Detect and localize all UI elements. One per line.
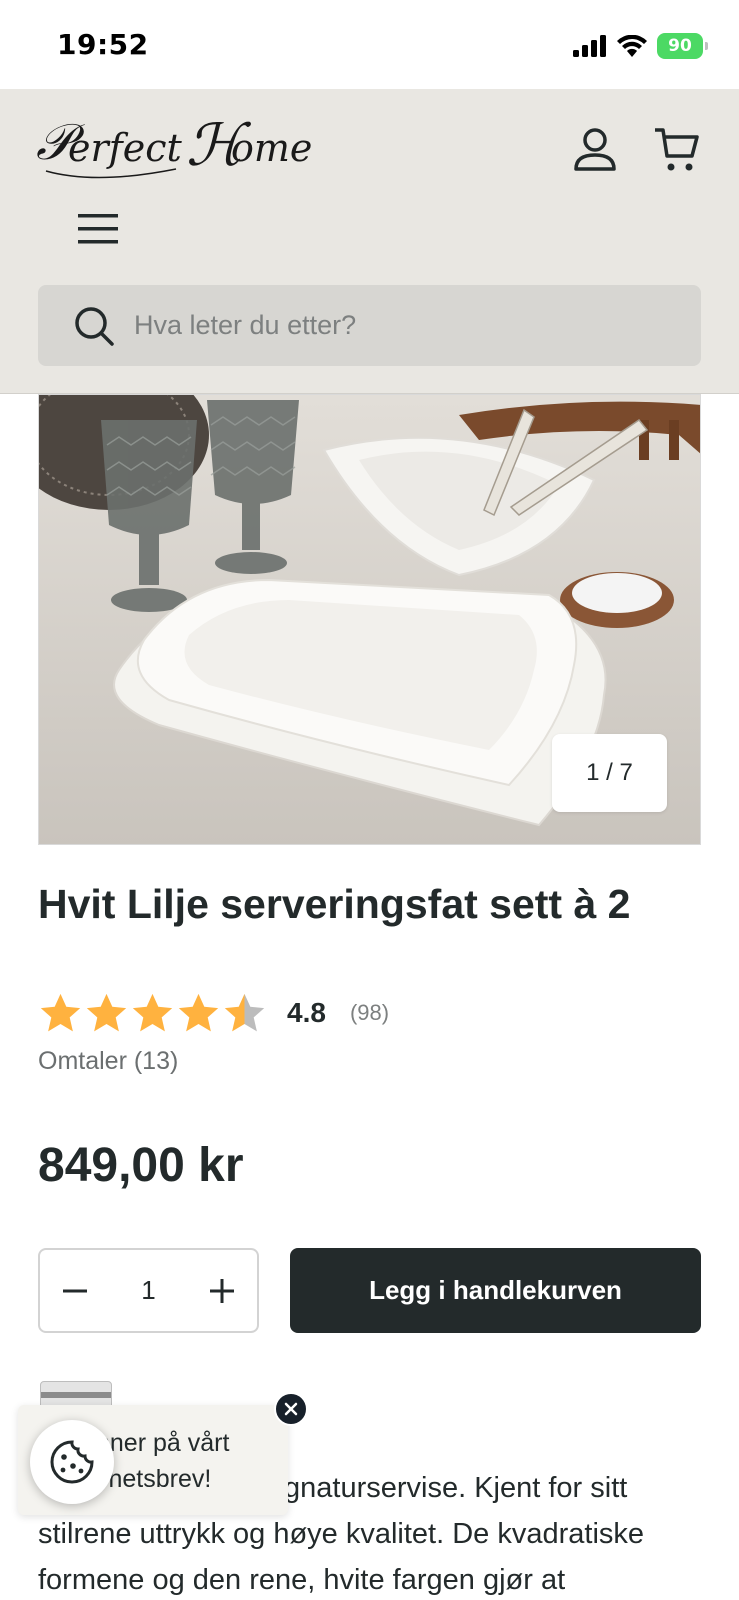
svg-text:ome: ome bbox=[231, 126, 312, 170]
description-line: stilrene uttrykk og høye kvalitet. De kv… bbox=[38, 1518, 645, 1550]
minus-icon bbox=[63, 1289, 87, 1292]
product-price: 849,00 kr bbox=[38, 1139, 244, 1192]
hamburger-icon bbox=[78, 214, 118, 244]
image-counter: 1 / 7 bbox=[552, 734, 667, 812]
wifi-icon bbox=[617, 35, 647, 57]
reviews-link[interactable]: Omtaler (13) bbox=[38, 1047, 178, 1076]
star-icon bbox=[132, 993, 173, 1031]
plus-icon bbox=[210, 1278, 234, 1303]
svg-text:erfect: erfect bbox=[68, 126, 182, 170]
star-half-icon bbox=[224, 993, 265, 1031]
account-button[interactable] bbox=[570, 125, 620, 175]
cookie-icon bbox=[50, 1440, 94, 1484]
search-bar[interactable] bbox=[38, 285, 701, 366]
product-title: Hvit Lilje serveringsfat sett à 2 bbox=[38, 881, 631, 927]
newsletter-text-line: yhetsbrev! bbox=[96, 1465, 212, 1493]
decrease-quantity-button[interactable] bbox=[40, 1250, 110, 1331]
star-icon bbox=[86, 993, 127, 1031]
close-popup-button[interactable] bbox=[274, 1392, 308, 1426]
rating-count: (98) bbox=[349, 1000, 390, 1025]
cookie-settings-button[interactable] bbox=[30, 1420, 114, 1504]
site-header: 𝒫 erfect ℋ ome bbox=[0, 89, 739, 394]
perfect-home-logo[interactable]: 𝒫 erfect ℋ ome bbox=[36, 99, 326, 189]
status-bar: 19:52 90 bbox=[0, 0, 739, 89]
search-input[interactable] bbox=[134, 310, 654, 341]
quantity-stepper: 1 bbox=[38, 1248, 259, 1333]
star-icon bbox=[178, 993, 219, 1031]
close-icon bbox=[284, 1402, 298, 1416]
cart-button[interactable] bbox=[652, 125, 702, 175]
signal-icon bbox=[573, 35, 606, 57]
description-line: formene og den rene, hvite fargen gjør a… bbox=[38, 1564, 566, 1596]
cart-icon bbox=[655, 128, 699, 171]
quantity-input[interactable]: 1 bbox=[119, 1275, 179, 1306]
search-icon bbox=[75, 306, 114, 346]
star-icon bbox=[40, 993, 81, 1031]
status-time: 19:52 bbox=[57, 28, 149, 61]
rating-value: 4.8 bbox=[287, 997, 326, 1028]
rating-stars bbox=[38, 991, 267, 1036]
user-icon bbox=[574, 128, 616, 171]
increase-quantity-button[interactable] bbox=[187, 1250, 257, 1331]
battery-level: 90 bbox=[668, 36, 692, 56]
rating-row[interactable]: 4.8 (98) bbox=[38, 988, 389, 1038]
battery-indicator: 90 bbox=[657, 33, 708, 59]
status-icons: 90 bbox=[573, 32, 708, 60]
menu-button[interactable] bbox=[76, 209, 120, 249]
newsletter-text: nner på vårt yhetsbrev! bbox=[96, 1425, 276, 1497]
add-to-cart-button[interactable]: Legg i handlekurven bbox=[290, 1248, 701, 1333]
newsletter-text-line: nner på vårt bbox=[96, 1429, 230, 1457]
